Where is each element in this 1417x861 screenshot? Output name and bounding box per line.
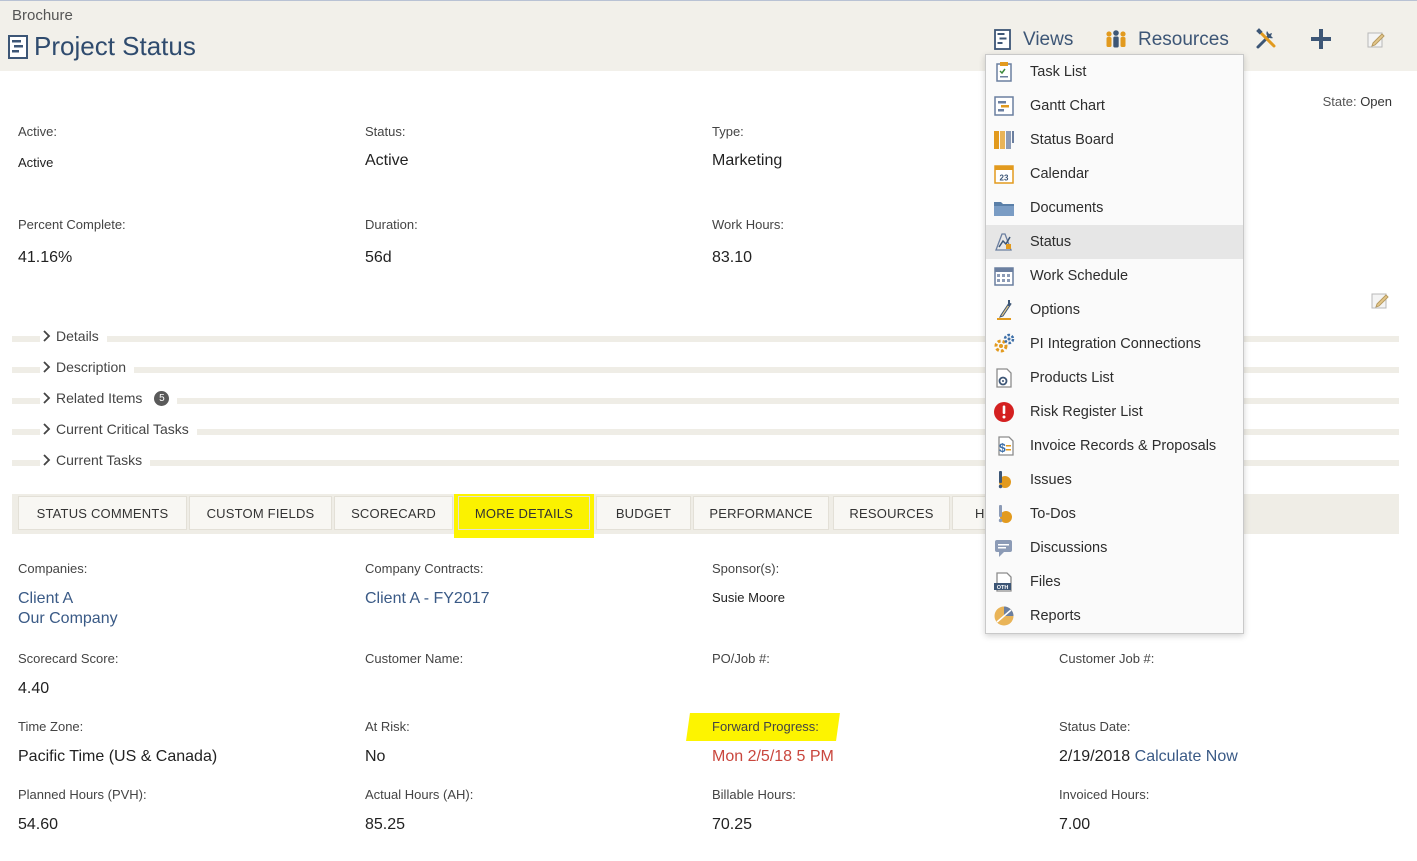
- reports-icon: [994, 606, 1014, 626]
- planned-hours-field: Planned Hours (PVH): 54.60: [18, 787, 147, 833]
- menu-item-pi-integration[interactable]: PI Integration Connections: [986, 327, 1243, 361]
- at-risk-field: At Risk: No: [365, 719, 410, 765]
- svg-text:OTH: OTH: [997, 585, 1009, 591]
- customer-name-field: Customer Name:: [365, 651, 464, 666]
- duration-field: Duration: 56d: [365, 217, 418, 266]
- chevron-right-icon: [43, 330, 51, 342]
- discussions-icon: [995, 540, 1012, 557]
- companies-field: Companies: Client A Our Company: [18, 561, 118, 628]
- people-icon: [1106, 30, 1126, 48]
- svg-text:$: $: [999, 441, 1006, 455]
- tab-budget[interactable]: BUDGET: [596, 496, 691, 530]
- menu-item-options[interactable]: Options: [986, 293, 1243, 327]
- tab-performance[interactable]: PERFORMANCE: [693, 496, 829, 530]
- files-icon: OTH: [994, 572, 1012, 592]
- add-icon[interactable]: [1309, 27, 1333, 51]
- tab-scorecard[interactable]: SCORECARD: [334, 496, 453, 530]
- gantt-chart-icon: [994, 96, 1014, 116]
- actual-hours-field: Actual Hours (AH): 85.25: [365, 787, 474, 833]
- calendar-icon: 23: [994, 165, 1014, 184]
- integration-gears-icon: [994, 333, 1015, 353]
- company-contracts-field: Company Contracts: Client A - FY2017: [365, 561, 490, 608]
- menu-item-task-list[interactable]: Task List: [986, 55, 1243, 89]
- time-zone-field: Time Zone: Pacific Time (US & Canada): [18, 719, 218, 765]
- chevron-right-icon: [43, 392, 51, 404]
- title-area: Project Status: [8, 31, 196, 62]
- edit-icon[interactable]: [1368, 289, 1392, 311]
- state-value: Open: [1360, 94, 1392, 109]
- risk-alert-icon: [994, 402, 1014, 422]
- active-field: Active: Active: [18, 124, 58, 170]
- sponsors-field: Sponsor(s): Susie Moore: [712, 561, 785, 605]
- menu-item-invoice-records[interactable]: $ Invoice Records & Proposals: [986, 429, 1243, 463]
- menu-item-gantt-chart[interactable]: Gantt Chart: [986, 89, 1243, 123]
- menu-item-work-schedule[interactable]: Work Schedule: [986, 259, 1243, 293]
- menu-item-discussions[interactable]: Discussions: [986, 531, 1243, 565]
- status-board-icon: [994, 131, 1014, 149]
- menu-item-files[interactable]: OTH Files: [986, 565, 1243, 599]
- tools-icon[interactable]: [1254, 27, 1278, 51]
- tab-status-comments[interactable]: STATUS COMMENTS: [18, 496, 187, 530]
- forward-progress-field: Forward Progress: Mon 2/5/18 5 PM: [712, 719, 834, 765]
- menu-item-risk-register[interactable]: Risk Register List: [986, 395, 1243, 429]
- calculate-now-link[interactable]: Calculate Now: [1135, 748, 1238, 765]
- invoice-icon: $: [998, 436, 1014, 456]
- status-icon: [995, 233, 1012, 251]
- views-menu-button[interactable]: Views: [993, 23, 1073, 57]
- products-list-icon: [996, 368, 1012, 388]
- percent-complete-field: Percent Complete: 41.16%: [18, 217, 126, 266]
- chevron-right-icon: [43, 361, 51, 373]
- menu-item-issues[interactable]: Issues: [986, 463, 1243, 497]
- status-date-field: Status Date: 2/19/2018 Calculate Now: [1059, 719, 1238, 765]
- company-link[interactable]: Our Company: [18, 610, 118, 628]
- edit-document-icon[interactable]: [1364, 27, 1388, 51]
- work-hours-field: Work Hours: 83.10: [712, 217, 784, 266]
- tab-custom-fields[interactable]: CUSTOM FIELDS: [189, 496, 332, 530]
- tab-resources[interactable]: RESOURCES: [833, 496, 950, 530]
- breadcrumb[interactable]: Brochure: [12, 7, 73, 24]
- options-icon: [997, 300, 1012, 320]
- task-list-icon: [996, 62, 1012, 82]
- menu-item-status[interactable]: Status: [986, 225, 1243, 259]
- invoiced-hours-field: Invoiced Hours: 7.00: [1059, 787, 1150, 833]
- resources-menu-button[interactable]: Resources: [1104, 23, 1229, 57]
- type-field: Type: Marketing: [712, 124, 783, 169]
- related-count-badge: 5: [154, 390, 170, 406]
- chevron-right-icon: [43, 423, 51, 435]
- resources-label: Resources: [1138, 29, 1229, 50]
- svg-text:23: 23: [1000, 174, 1009, 183]
- menu-item-to-dos[interactable]: To-Dos: [986, 497, 1243, 531]
- project-state: State: Open: [1322, 94, 1392, 109]
- views-label: Views: [1023, 29, 1074, 50]
- po-job-field: PO/Job #:: [712, 651, 770, 666]
- status-field: Status: Active: [365, 124, 409, 169]
- tab-more-details[interactable]: MORE DETAILS: [458, 496, 590, 530]
- todos-icon: [998, 505, 1012, 523]
- work-schedule-icon: [994, 267, 1014, 286]
- billable-hours-field: Billable Hours: 70.25: [712, 787, 796, 833]
- menu-item-products-list[interactable]: Products List: [986, 361, 1243, 395]
- page-title: Project Status: [34, 31, 196, 61]
- menu-item-reports[interactable]: Reports: [986, 599, 1243, 633]
- menu-item-calendar[interactable]: 23 Calendar: [986, 157, 1243, 191]
- scorecard-score-field: Scorecard Score: 4.40: [18, 651, 119, 697]
- chevron-right-icon: [43, 454, 51, 466]
- views-icon: [994, 29, 1011, 50]
- company-link[interactable]: Client A: [18, 590, 118, 608]
- folder-icon: [994, 202, 1014, 216]
- customer-job-field: Customer Job #:: [1059, 651, 1155, 666]
- project-status-icon: [8, 34, 28, 59]
- contract-link[interactable]: Client A - FY2017: [365, 590, 490, 608]
- menu-item-status-board[interactable]: Status Board: [986, 123, 1243, 157]
- views-dropdown-menu: Task List Gantt Chart Status Board 23 Ca…: [985, 54, 1244, 634]
- menu-item-documents[interactable]: Documents: [986, 191, 1243, 225]
- issues-icon: [998, 471, 1011, 489]
